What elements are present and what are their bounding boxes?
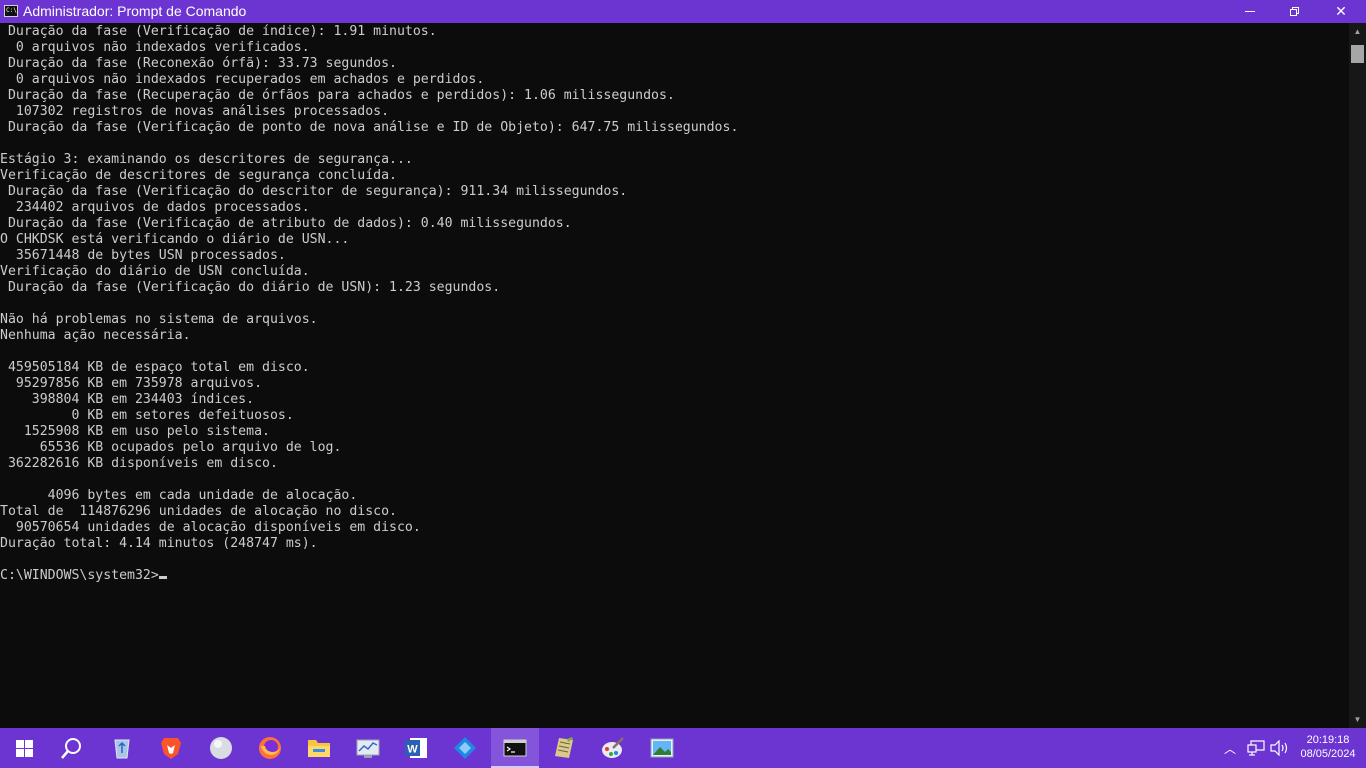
start-button[interactable]: [0, 728, 48, 768]
app-sphere-icon: [210, 737, 232, 759]
minimize-button[interactable]: [1227, 0, 1273, 23]
taskbar-photos[interactable]: [638, 728, 686, 768]
scroll-down-button[interactable]: ▼: [1349, 711, 1366, 728]
taskbar-brave[interactable]: [147, 728, 195, 768]
chevron-up-icon: ︿: [1223, 741, 1236, 756]
text-cursor: [158, 576, 167, 579]
clock-time: 20:19:18: [1306, 734, 1350, 746]
taskbar-file-explorer[interactable]: [295, 728, 343, 768]
file-explorer-icon: [308, 740, 330, 757]
search-button[interactable]: [48, 728, 96, 768]
taskbar: W ︿ 20:19:18 08/05/2024: [0, 728, 1366, 768]
arrow-up-icon: ▲: [1353, 27, 1362, 36]
brave-browser-icon: [161, 738, 181, 759]
taskbar-app-sphere[interactable]: [197, 728, 245, 768]
title-bar[interactable]: C:\_ Administrador: Prompt de Comando ✕: [0, 0, 1366, 23]
recycle-bin-icon: [114, 739, 130, 759]
taskbar-firefox[interactable]: [246, 728, 294, 768]
notepad-icon: [555, 737, 573, 758]
photos-icon: [650, 738, 674, 758]
network-icon: [1247, 740, 1265, 756]
svg-text:W: W: [407, 744, 418, 756]
app-cube-icon: [454, 737, 476, 759]
show-hidden-icons-button[interactable]: ︿: [1219, 728, 1241, 768]
command-prompt: C:\WINDOWS\system32>: [0, 568, 159, 583]
clock-date: 08/05/2024: [1300, 748, 1356, 760]
taskbar-notepad[interactable]: [540, 728, 588, 768]
restore-icon: [1290, 6, 1300, 17]
arrow-down-icon: ▼: [1353, 715, 1362, 724]
volume-icon: [1270, 740, 1288, 756]
search-icon: [61, 738, 81, 759]
start-icon: [15, 739, 33, 757]
window-title: Administrador: Prompt de Comando: [23, 3, 247, 19]
console-output: Duração da fase (Verificação de índice):…: [0, 24, 738, 584]
paint-icon: [602, 737, 624, 758]
cmd-icon: C:\_: [4, 5, 18, 17]
volume-button[interactable]: [1268, 728, 1292, 768]
scroll-thumb[interactable]: [1351, 45, 1364, 63]
taskbar-word[interactable]: W: [392, 728, 440, 768]
command-prompt-icon: [503, 739, 527, 757]
taskbar-paint[interactable]: [589, 728, 637, 768]
console-area[interactable]: Duração da fase (Verificação de índice):…: [0, 23, 1349, 728]
firefox-icon: [259, 737, 281, 759]
taskbar-recycle-bin[interactable]: [98, 728, 146, 768]
console-log: Duração da fase (Verificação de índice):…: [0, 24, 739, 551]
minimize-icon: [1245, 11, 1255, 12]
maximize-button[interactable]: [1272, 0, 1318, 23]
taskbar-clock[interactable]: 20:19:18 08/05/2024: [1296, 728, 1360, 768]
taskbar-system-monitor[interactable]: [344, 728, 392, 768]
scroll-up-button[interactable]: ▲: [1349, 23, 1366, 40]
taskbar-app-cube[interactable]: [441, 728, 489, 768]
word-icon: W: [405, 738, 427, 758]
system-monitor-icon: [356, 739, 380, 758]
close-icon: ✕: [1335, 3, 1347, 19]
taskbar-command-prompt[interactable]: [491, 728, 539, 768]
close-button[interactable]: ✕: [1318, 0, 1364, 23]
network-button[interactable]: [1244, 728, 1268, 768]
vertical-scrollbar[interactable]: ▲ ▼: [1349, 23, 1366, 728]
